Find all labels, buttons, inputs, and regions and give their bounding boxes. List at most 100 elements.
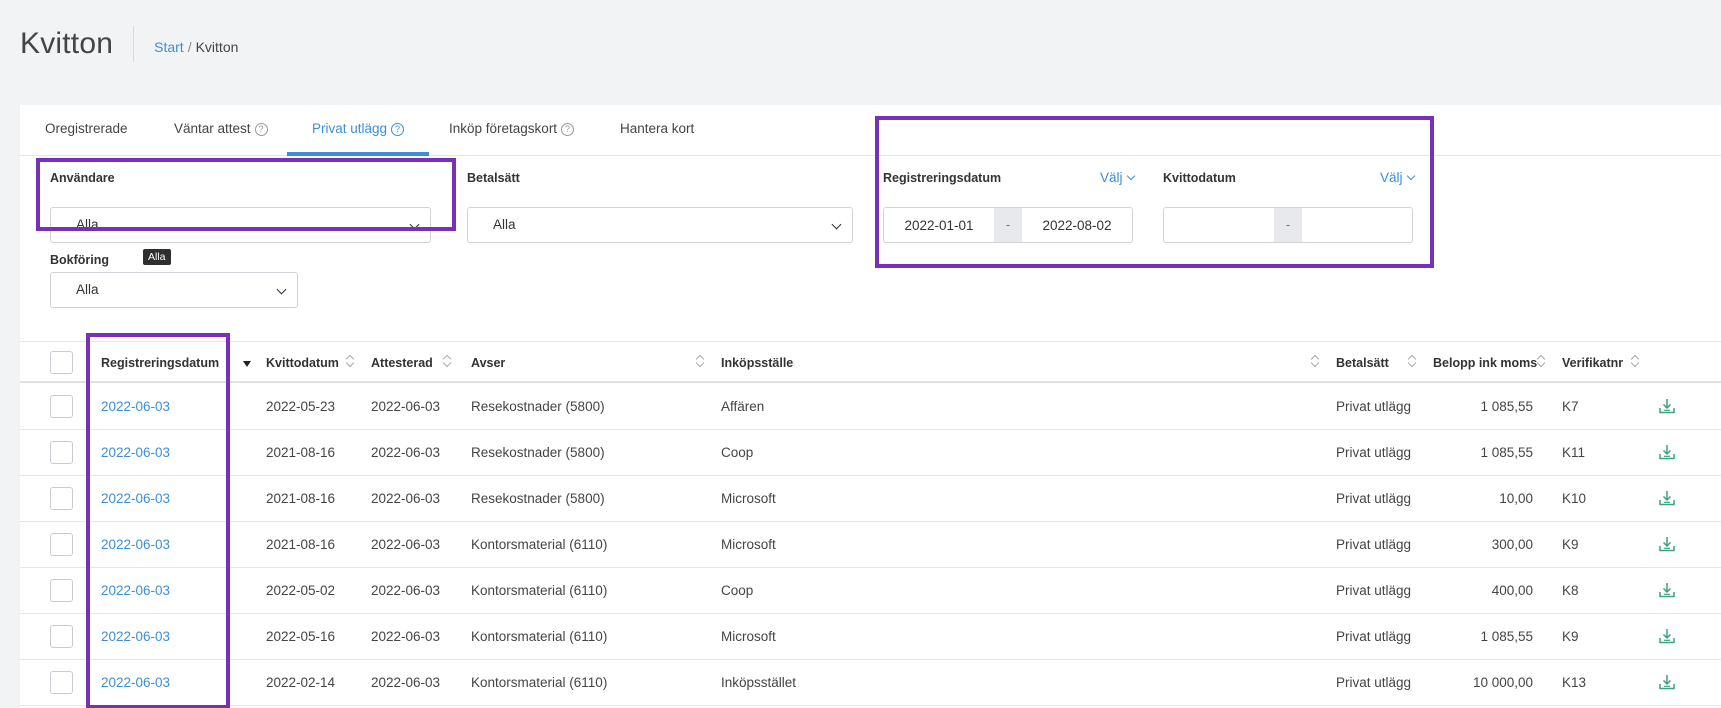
approved-date-cell: 2022-06-03 — [371, 537, 441, 552]
tab-label: Inköp företagskort — [449, 121, 558, 136]
row-checkbox[interactable] — [50, 487, 73, 510]
download-icon[interactable] — [1658, 443, 1676, 461]
payment-select[interactable]: Alla — [467, 207, 853, 243]
date-range-dash: - — [1274, 208, 1302, 242]
row-checkbox[interactable] — [50, 579, 73, 602]
sort-icon[interactable] — [696, 354, 705, 367]
table-row: 2022-06-03 2022-02-14 2022-06-03 Kontorsmat… — [20, 660, 1721, 706]
column-header-receipt-date[interactable]: Kvittodatum — [266, 342, 339, 384]
registration-date-link[interactable]: 2022-06-03 — [101, 476, 170, 522]
receipt-date-choose-label: Välj — [1380, 170, 1403, 185]
column-header-payment[interactable]: Betalsätt — [1336, 342, 1389, 384]
approved-date-cell: 2022-06-03 — [371, 675, 441, 690]
receipt-date-cell: 2021-08-16 — [266, 537, 336, 552]
store-cell: Affären — [721, 399, 765, 414]
registration-date-from[interactable] — [884, 208, 994, 242]
table-row: 2022-06-03 2022-05-02 2022-06-03 Kontorsmat… — [20, 568, 1721, 614]
date-range-dash: - — [994, 208, 1022, 242]
tab-oregistrerade[interactable]: Oregistrerade — [20, 105, 153, 156]
column-header-regarding[interactable]: Avser — [471, 342, 505, 384]
amount-cell: 1 085,55 — [1480, 629, 1533, 644]
receipt-date-cell: 2022-05-02 — [266, 583, 336, 598]
column-header-store[interactable]: Inköpsställe — [721, 342, 793, 384]
sort-icon[interactable] — [1537, 354, 1546, 367]
breadcrumb-start-link[interactable]: Start — [154, 39, 184, 55]
store-cell: Inköpsstället — [721, 675, 797, 690]
breadcrumb-separator: / — [187, 39, 192, 55]
select-all-checkbox[interactable] — [50, 351, 73, 374]
download-icon[interactable] — [1658, 489, 1676, 507]
receipt-date-cell: 2022-02-14 — [266, 675, 336, 690]
help-icon[interactable]: ? — [391, 123, 405, 136]
registration-date-choose[interactable]: Välj — [1100, 170, 1135, 185]
column-header-registration-date[interactable]: Registreringsdatum — [101, 342, 219, 384]
table-header: Registreringsdatum Kvittodatum Attestera… — [20, 341, 1721, 383]
approved-date-cell: 2022-06-03 — [371, 491, 441, 506]
store-cell: Coop — [721, 583, 754, 598]
store-cell: Coop — [721, 445, 754, 460]
tab-privat-utlagg[interactable]: Privat utlägg? — [287, 105, 430, 156]
download-icon[interactable] — [1658, 397, 1676, 415]
sort-icon[interactable] — [1631, 354, 1640, 367]
payment-cell: Privat utlägg — [1336, 629, 1412, 644]
tab-inkop-foretagskort[interactable]: Inköp företagskort? — [424, 105, 599, 156]
chevron-down-icon — [276, 284, 287, 295]
user-select[interactable]: Alla — [50, 207, 431, 243]
download-icon[interactable] — [1658, 581, 1676, 599]
download-icon[interactable] — [1658, 673, 1676, 691]
table-row: 2022-06-03 2021-08-16 2022-06-03 Resekostna… — [20, 476, 1721, 522]
regarding-cell: Resekostnader (5800) — [471, 399, 605, 414]
receipt-date-choose[interactable]: Välj — [1380, 170, 1415, 185]
help-icon[interactable]: ? — [561, 123, 575, 136]
registration-date-link[interactable]: 2022-06-03 — [101, 522, 170, 568]
registration-date-to[interactable] — [1022, 208, 1132, 242]
download-icon[interactable] — [1658, 627, 1676, 645]
breadcrumb-current: Kvitton — [195, 39, 239, 55]
registration-date-link[interactable]: 2022-06-03 — [101, 614, 170, 660]
regarding-cell: Kontorsmaterial (6110) — [471, 583, 608, 598]
registration-date-link[interactable]: 2022-06-03 — [101, 660, 170, 706]
table-row: 2022-06-03 2022-05-16 2022-06-03 Kontorsmat… — [20, 614, 1721, 660]
booking-select[interactable]: Alla — [50, 272, 298, 308]
chevron-down-icon — [409, 219, 420, 230]
page-title: Kvitton — [20, 27, 114, 60]
voucher-cell: K13 — [1562, 675, 1587, 690]
row-checkbox[interactable] — [50, 395, 73, 418]
row-checkbox[interactable] — [50, 671, 73, 694]
user-select-value: Alla — [76, 217, 99, 232]
chevron-down-icon — [1406, 171, 1415, 181]
sort-icon[interactable] — [1311, 354, 1320, 367]
tab-hantera-kort[interactable]: Hantera kort — [595, 105, 719, 156]
row-checkbox[interactable] — [50, 533, 73, 556]
help-icon[interactable]: ? — [254, 123, 268, 136]
voucher-cell: K11 — [1562, 445, 1586, 460]
receipt-date-label: Kvittodatum — [1163, 171, 1236, 185]
approved-date-cell: 2022-06-03 — [371, 445, 441, 460]
tab-label: Oregistrerade — [45, 121, 128, 136]
store-cell: Microsoft — [721, 629, 776, 644]
column-header-approved[interactable]: Attesterad — [371, 342, 433, 384]
row-checkbox[interactable] — [50, 441, 73, 464]
receipts-card: Oregistrerade Väntar attest? Privat utlä… — [20, 105, 1721, 708]
amount-cell: 10 000,00 — [1472, 675, 1533, 690]
sort-icon[interactable] — [346, 354, 355, 367]
registration-date-link[interactable]: 2022-06-03 — [101, 568, 170, 614]
tab-label: Privat utlägg — [312, 121, 388, 136]
tab-vantar-attest[interactable]: Väntar attest? — [149, 105, 293, 156]
header-divider — [133, 26, 135, 62]
registration-date-link[interactable]: 2022-06-03 — [101, 384, 170, 430]
receipt-date-to[interactable] — [1302, 208, 1412, 242]
column-header-amount[interactable]: Belopp ink moms — [1433, 342, 1537, 384]
column-header-voucher[interactable]: Verifikatnr — [1562, 342, 1623, 384]
registration-date-link[interactable]: 2022-06-03 — [101, 430, 170, 476]
booking-select-value: Alla — [76, 282, 99, 297]
sort-icon[interactable] — [1408, 354, 1417, 367]
row-checkbox[interactable] — [50, 625, 73, 648]
receipt-date-from[interactable] — [1164, 208, 1274, 242]
regarding-cell: Resekostnader (5800) — [471, 491, 605, 506]
voucher-cell: K9 — [1562, 537, 1579, 552]
sort-descending-icon[interactable] — [243, 361, 251, 367]
sort-icon[interactable] — [443, 354, 452, 367]
payment-cell: Privat utlägg — [1336, 583, 1412, 598]
download-icon[interactable] — [1658, 535, 1676, 553]
